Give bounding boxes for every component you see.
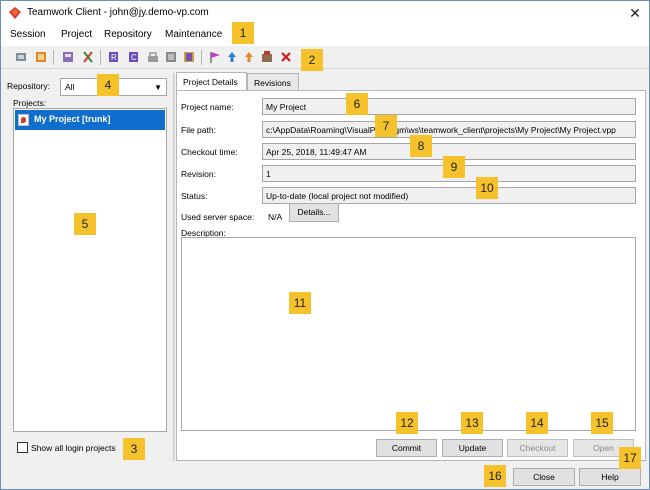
status-label: Status: — [181, 191, 208, 201]
checkout-button[interactable]: Checkout — [507, 439, 568, 457]
annotation-badge: 5 — [74, 213, 96, 235]
window-close-button[interactable]: ✕ — [625, 4, 645, 22]
commit-icon[interactable] — [14, 50, 28, 64]
annotation-badge: 9 — [443, 156, 465, 178]
upload-icon[interactable] — [225, 50, 239, 64]
annotation-badge: 4 — [97, 74, 119, 96]
menu-session[interactable]: Session — [9, 29, 47, 40]
revision-label: Revision: — [181, 169, 216, 179]
svg-text:R: R — [111, 53, 117, 62]
annotation-badge: 1 — [232, 22, 254, 44]
project-name-field[interactable]: My Project — [262, 98, 636, 115]
new-revision-icon[interactable]: C — [127, 50, 141, 64]
menu-repository[interactable]: Repository — [103, 29, 153, 40]
open-icon[interactable]: R — [107, 50, 121, 64]
history-icon[interactable] — [164, 50, 178, 64]
toolbar: R C — [1, 47, 649, 69]
projects-label: Projects: — [13, 98, 47, 108]
settings-icon[interactable] — [260, 50, 274, 64]
checkout-time-label: Checkout time: — [181, 147, 238, 157]
app-logo-icon — [9, 7, 21, 19]
menu-maintenance[interactable]: Maintenance — [164, 29, 223, 40]
annotation-badge: 11 — [289, 292, 311, 314]
annotation-badge: 8 — [410, 135, 432, 157]
chevron-down-icon: ▼ — [154, 83, 162, 92]
lock-icon[interactable] — [146, 50, 160, 64]
show-all-projects-checkbox[interactable] — [17, 442, 28, 453]
annotation-badge: 17 — [619, 447, 641, 469]
annotation-badge: 15 — [591, 412, 613, 434]
project-item-label: My Project [trunk] — [34, 114, 111, 124]
title-bar: Teamwork Client - john@jy.demo-vp.com ✕ — [1, 1, 649, 26]
annotation-badge: 6 — [346, 93, 368, 115]
menu-project[interactable]: Project — [60, 29, 93, 40]
annotation-badge: 2 — [301, 49, 323, 71]
update-button[interactable]: Update — [442, 439, 503, 457]
annotation-badge: 12 — [396, 412, 418, 434]
show-all-projects-label: Show all login projects — [31, 443, 116, 453]
branch-icon[interactable] — [182, 50, 196, 64]
description-textarea[interactable] — [181, 237, 636, 431]
status-field[interactable]: Up-to-date (local project not modified) — [262, 187, 636, 204]
file-path-label: File path: — [181, 125, 216, 135]
project-icon — [18, 114, 29, 126]
delete-icon[interactable] — [279, 50, 293, 64]
annotation-badge: 10 — [476, 177, 498, 199]
repository-select-value: All — [65, 82, 75, 92]
details-button[interactable]: Details... — [289, 203, 339, 222]
svg-text:C: C — [131, 53, 137, 62]
close-button[interactable]: Close — [513, 468, 575, 486]
checkout-icon[interactable] — [61, 50, 75, 64]
file-path-field[interactable]: c:\AppData\Roaming\VisualParadigm\ws\tea… — [262, 121, 636, 138]
annotation-badge: 3 — [123, 438, 145, 460]
menu-bar: Session Project Repository Maintenance — [1, 26, 649, 46]
project-list[interactable]: My Project [trunk] — [13, 108, 167, 432]
help-button[interactable]: Help — [579, 468, 641, 486]
app-window: Teamwork Client - john@jy.demo-vp.com ✕ … — [0, 0, 650, 490]
annotation-badge: 7 — [375, 115, 397, 137]
annotation-badge: 14 — [526, 412, 548, 434]
merge-icon[interactable] — [81, 50, 95, 64]
server-space-value: N/A — [268, 212, 283, 222]
window-title: Teamwork Client - john@jy.demo-vp.com — [27, 7, 209, 18]
project-list-item[interactable]: My Project [trunk] — [15, 110, 165, 130]
tab-project-details[interactable]: Project Details — [176, 72, 247, 92]
server-space-label: Used server space: — [181, 212, 255, 222]
annotation-badge: 16 — [484, 465, 506, 487]
revert-icon[interactable] — [242, 50, 256, 64]
repository-label: Repository: — [7, 81, 50, 91]
flag-icon[interactable] — [208, 50, 222, 64]
update-icon[interactable] — [34, 50, 48, 64]
commit-button[interactable]: Commit — [376, 439, 437, 457]
annotation-badge: 13 — [461, 412, 483, 434]
panel-divider[interactable] — [173, 73, 175, 461]
project-name-label: Project name: — [181, 102, 234, 112]
